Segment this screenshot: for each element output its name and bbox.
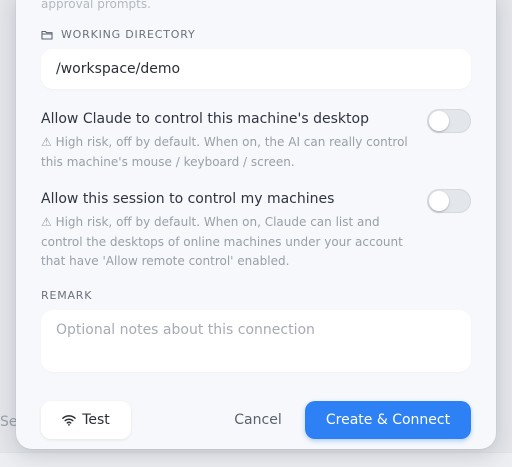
working-directory-input[interactable]: /workspace/demo	[41, 49, 471, 89]
remark-textarea[interactable]: Optional notes about this connection	[41, 310, 471, 372]
background-partial-text: Se	[0, 414, 18, 430]
cancel-button[interactable]: Cancel	[221, 401, 295, 439]
remote-control-title: Allow this session to control my machine…	[41, 191, 471, 207]
approval-hint-text: approval prompts.	[41, 0, 151, 11]
working-directory-label-text: WORKING DIRECTORY	[61, 28, 196, 41]
switch-knob	[429, 111, 449, 131]
background-bottom-bar	[0, 452, 512, 467]
create-connect-button[interactable]: Create & Connect	[305, 401, 471, 439]
remote-control-description: ⚠ High risk, off by default. When on, Cl…	[41, 213, 411, 272]
desktop-control-toggle-row: Allow Claude to control this machine's d…	[41, 111, 471, 172]
remark-label-text: REMARK	[41, 289, 92, 302]
remote-control-toggle-row: Allow this session to control my machine…	[41, 191, 471, 272]
wifi-icon	[62, 414, 76, 426]
remark-label: REMARK	[41, 289, 92, 302]
test-button[interactable]: Test	[41, 401, 131, 439]
folder-icon	[41, 30, 53, 40]
desktop-control-title: Allow Claude to control this machine's d…	[41, 111, 471, 127]
desktop-control-switch[interactable]	[427, 109, 471, 133]
switch-knob	[429, 191, 449, 211]
working-directory-label: WORKING DIRECTORY	[41, 28, 196, 41]
desktop-control-description: ⚠ High risk, off by default. When on, th…	[41, 133, 411, 172]
remote-control-switch[interactable]	[427, 189, 471, 213]
test-button-label: Test	[82, 412, 110, 428]
new-connection-dialog: approval prompts. WORKING DIRECTORY /wor…	[16, 0, 496, 449]
